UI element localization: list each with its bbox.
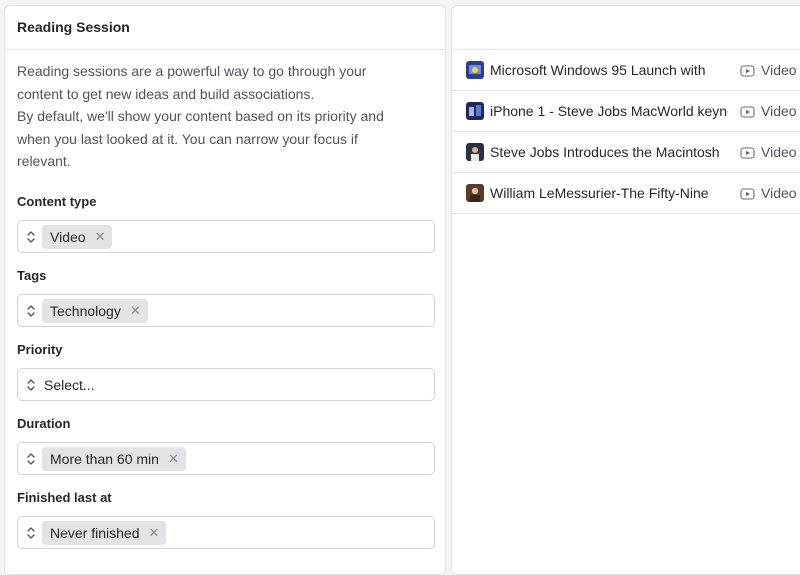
priority-select[interactable]: Select... xyxy=(17,368,435,401)
item-type: Video xyxy=(761,144,797,160)
tag-chip: Technology ✕ xyxy=(42,298,148,323)
finished-select[interactable]: Never finished ✕ xyxy=(17,516,435,549)
chip-label: Video xyxy=(50,228,86,245)
chip-label: Never finished xyxy=(50,524,140,541)
priority-label: Priority xyxy=(17,342,63,357)
chip-label: More than 60 min xyxy=(50,450,159,467)
duration-label: Duration xyxy=(17,416,71,431)
content-type-select[interactable]: Video ✕ xyxy=(17,220,435,253)
video-icon xyxy=(740,64,755,77)
content-type-field: Content type Video ✕ xyxy=(17,194,435,253)
item-type: Video xyxy=(761,62,797,78)
item-title: iPhone 1 - Steve Jobs MacWorld keynote xyxy=(490,103,728,119)
item-type: Video xyxy=(761,185,797,201)
video-thumbnail xyxy=(466,143,484,161)
updown-icon xyxy=(24,377,38,393)
item-title: Steve Jobs Introduces the Macintosh xyxy=(490,144,720,160)
intro-text: Reading sessions are a powerful way to g… xyxy=(5,50,425,173)
item-type: Video xyxy=(761,103,797,119)
remove-icon[interactable]: ✕ xyxy=(95,230,106,243)
tags-label: Tags xyxy=(17,268,47,283)
duration-select[interactable]: More than 60 min ✕ xyxy=(17,442,435,475)
list-item[interactable]: Microsoft Windows 95 Launch with Video xyxy=(452,50,800,91)
intro-paragraph-2: By default, we'll show your content base… xyxy=(17,108,384,169)
remove-icon[interactable]: ✕ xyxy=(149,526,160,539)
updown-icon xyxy=(24,229,38,245)
remove-icon[interactable]: ✕ xyxy=(168,452,179,465)
updown-icon xyxy=(24,303,38,319)
content-type-chip: Video ✕ xyxy=(42,224,113,249)
item-title: William LeMessurier-The Fifty-Nine xyxy=(490,185,709,201)
panel-title: Reading Session xyxy=(5,6,445,50)
priority-placeholder: Select... xyxy=(44,376,95,393)
video-icon xyxy=(740,146,755,159)
finished-label: Finished last at xyxy=(17,490,112,505)
content-list-header xyxy=(452,6,800,50)
finished-chip: Never finished ✕ xyxy=(42,520,167,545)
intro-paragraph-1: Reading sessions are a powerful way to g… xyxy=(17,63,367,102)
tags-field: Tags Technology ✕ xyxy=(17,268,435,327)
video-icon xyxy=(740,105,755,118)
duration-field: Duration More than 60 min ✕ xyxy=(17,416,435,475)
updown-icon xyxy=(24,525,38,541)
video-thumbnail xyxy=(466,61,484,79)
list-item[interactable]: William LeMessurier-The Fifty-Nine Video xyxy=(452,173,800,214)
chip-label: Technology xyxy=(50,302,121,319)
video-thumbnail xyxy=(466,184,484,202)
content-type-label: Content type xyxy=(17,194,97,209)
content-list-panel: Microsoft Windows 95 Launch with Video i… xyxy=(451,5,800,575)
updown-icon xyxy=(24,451,38,467)
list-item[interactable]: Steve Jobs Introduces the Macintosh Vide… xyxy=(452,132,800,173)
priority-field: Priority Select... xyxy=(17,342,435,401)
list-item[interactable]: iPhone 1 - Steve Jobs MacWorld keynote V… xyxy=(452,91,800,132)
item-title: Microsoft Windows 95 Launch with xyxy=(490,62,706,78)
video-thumbnail xyxy=(466,102,484,120)
duration-chip: More than 60 min ✕ xyxy=(42,446,186,471)
finished-field: Finished last at Never finished ✕ xyxy=(17,490,435,549)
tags-select[interactable]: Technology ✕ xyxy=(17,294,435,327)
remove-icon[interactable]: ✕ xyxy=(130,304,141,317)
video-icon xyxy=(740,187,755,200)
reading-session-panel: Reading Session Reading sessions are a p… xyxy=(4,5,446,575)
